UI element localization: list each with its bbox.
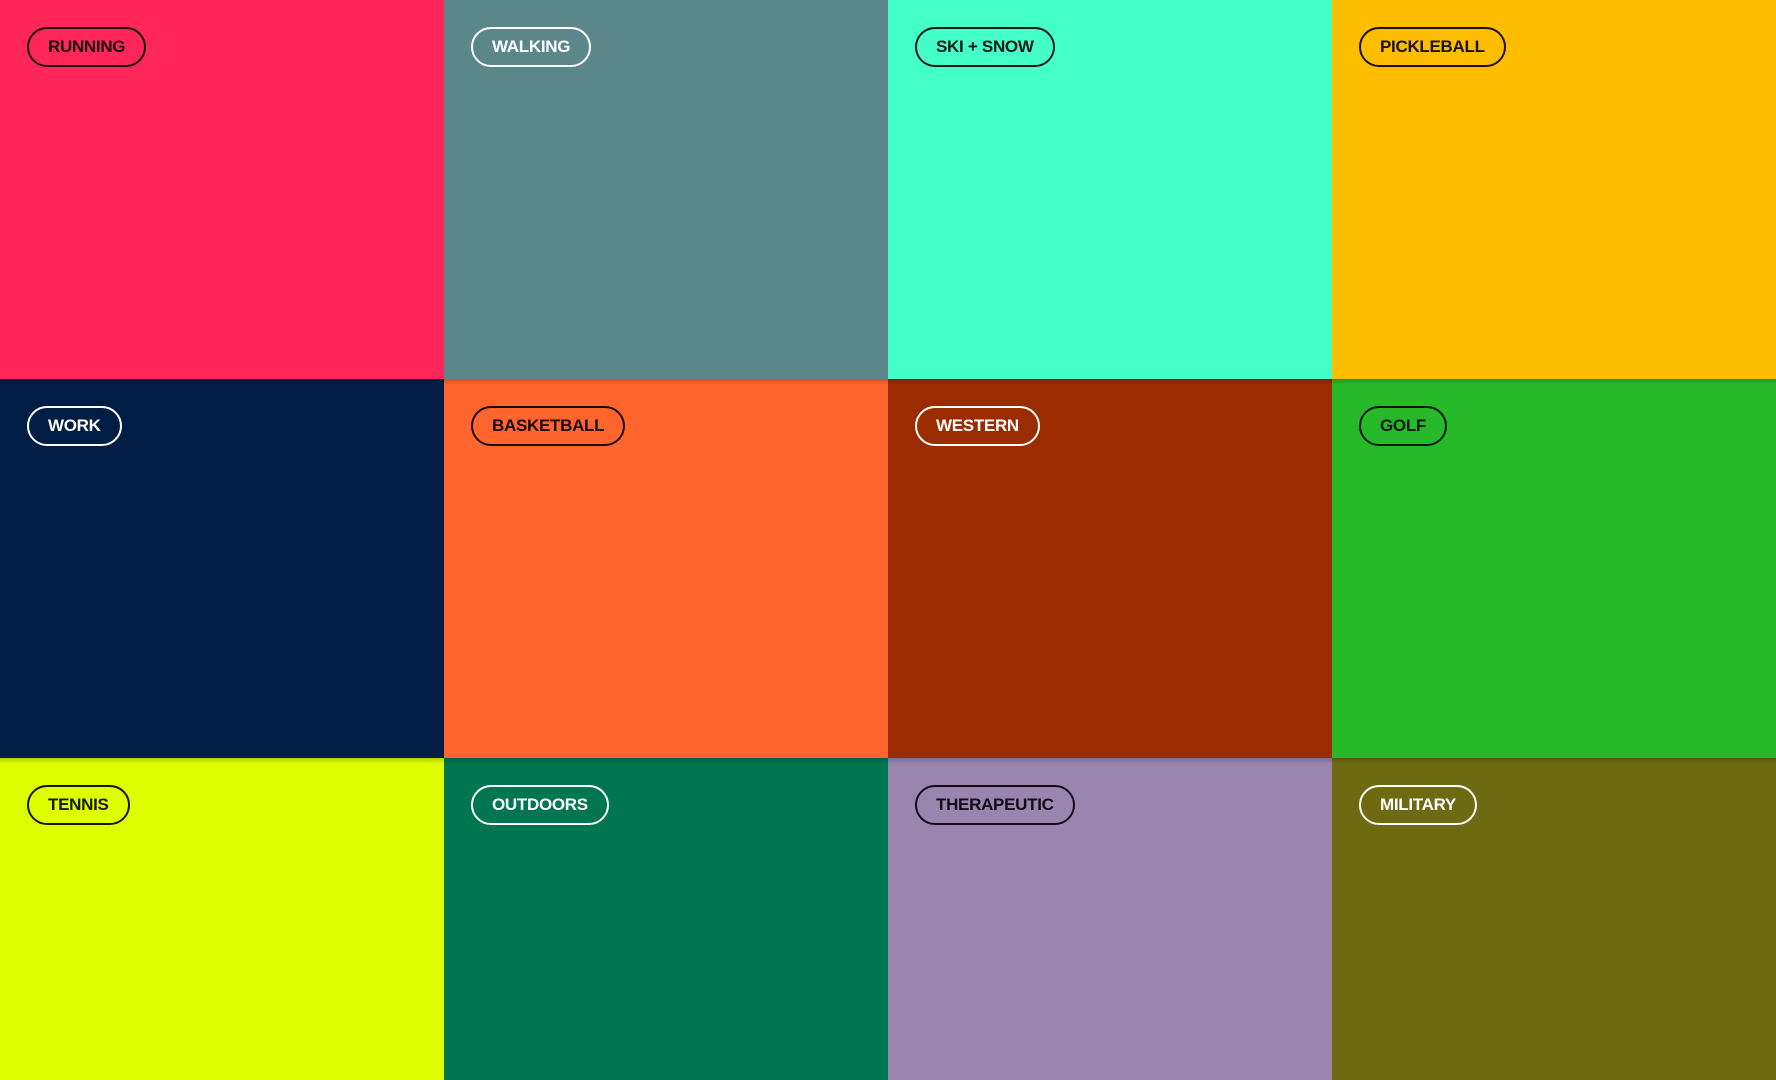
- category-pill-therapeutic[interactable]: THERAPEUTIC: [915, 785, 1075, 825]
- tile-work[interactable]: WORK: [0, 379, 444, 758]
- category-pill-golf[interactable]: GOLF: [1359, 406, 1448, 446]
- tile-running[interactable]: RUNNING: [0, 0, 444, 379]
- tile-pickleball[interactable]: PICKLEBALL: [1332, 0, 1776, 379]
- category-pill-ski-snow[interactable]: SKI + SNOW: [915, 27, 1055, 67]
- tile-western[interactable]: WESTERN: [888, 379, 1332, 758]
- category-pill-basketball[interactable]: BASKETBALL: [471, 406, 626, 446]
- category-pill-work[interactable]: WORK: [27, 406, 122, 446]
- category-pill-walking[interactable]: WALKING: [471, 27, 592, 67]
- category-pill-outdoors[interactable]: OUTDOORS: [471, 785, 609, 825]
- category-pill-military[interactable]: MILITARY: [1359, 785, 1477, 825]
- category-pill-pickleball[interactable]: PICKLEBALL: [1359, 27, 1506, 67]
- tile-outdoors[interactable]: OUTDOORS: [444, 758, 888, 1080]
- tile-golf[interactable]: GOLF: [1332, 379, 1776, 758]
- category-pill-western[interactable]: WESTERN: [915, 406, 1040, 446]
- tile-basketball[interactable]: BASKETBALL: [444, 379, 888, 758]
- category-pill-tennis[interactable]: TENNIS: [27, 785, 130, 825]
- category-pill-running[interactable]: RUNNING: [27, 27, 147, 67]
- tile-tennis[interactable]: TENNIS: [0, 758, 444, 1080]
- category-grid: RUNNING WALKING SKI + SNOW PICKLEBALL WO…: [0, 0, 1776, 1080]
- tile-ski-snow[interactable]: SKI + SNOW: [888, 0, 1332, 379]
- tile-military[interactable]: MILITARY: [1332, 758, 1776, 1080]
- tile-walking[interactable]: WALKING: [444, 0, 888, 379]
- tile-therapeutic[interactable]: THERAPEUTIC: [888, 758, 1332, 1080]
